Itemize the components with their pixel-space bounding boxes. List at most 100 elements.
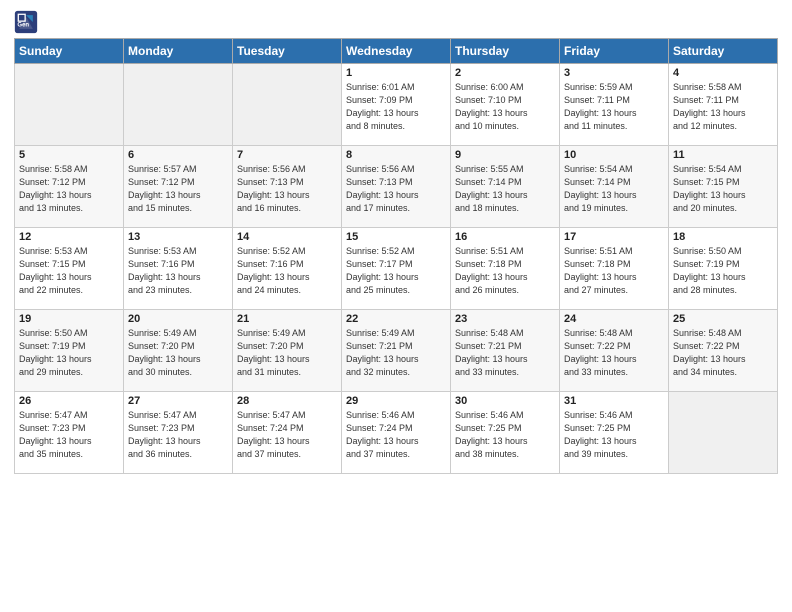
calendar-cell: 1Sunrise: 6:01 AM Sunset: 7:09 PM Daylig… [342, 64, 451, 146]
calendar-cell: 8Sunrise: 5:56 AM Sunset: 7:13 PM Daylig… [342, 146, 451, 228]
calendar-cell: 21 Sunrise: 5:49 AM Sunset: 7:20 PM Dayli… [233, 310, 342, 392]
calendar-cell: 28 Sunrise: 5:47 AM Sunset: 7:24 PM Dayli… [233, 392, 342, 474]
day-number: 10 [564, 149, 664, 161]
day-number: 4 [673, 67, 773, 79]
calendar-cell [669, 392, 778, 474]
calendar-cell: 23 Sunrise: 5:48 AM Sunset: 7:21 PM Dayli… [451, 310, 560, 392]
calendar-cell: 19 Sunrise: 5:50 AM Sunset: 7:19 PM Dayli… [15, 310, 124, 392]
weekday-header-sunday: Sunday [15, 39, 124, 64]
weekday-header-monday: Monday [124, 39, 233, 64]
day-number: 26 [19, 395, 119, 407]
calendar-cell: 27 Sunrise: 5:47 AM Sunset: 7:23 PM Dayli… [124, 392, 233, 474]
day-number: 25 [673, 313, 773, 325]
calendar-cell [124, 64, 233, 146]
calendar-cell [15, 64, 124, 146]
day-number: 18 [673, 231, 773, 243]
day-detail: Sunrise: 5:56 AM Sunset: 7:13 PM Dayligh… [346, 163, 446, 215]
calendar-cell: 17 Sunrise: 5:51 AM Sunset: 7:18 PM Dayli… [560, 228, 669, 310]
day-number: 14 [237, 231, 337, 243]
calendar-cell: 31 Sunrise: 5:46 AM Sunset: 7:25 PM Dayli… [560, 392, 669, 474]
calendar-week-5: 26 Sunrise: 5:47 AM Sunset: 7:23 PM Dayli… [15, 392, 778, 474]
weekday-header-tuesday: Tuesday [233, 39, 342, 64]
day-detail: Sunrise: 5:51 AM Sunset: 7:18 PM Dayligh… [455, 245, 555, 297]
calendar-cell: 16 Sunrise: 5:51 AM Sunset: 7:18 PM Dayli… [451, 228, 560, 310]
day-detail: Sunrise: 5:58 AM Sunset: 7:11 PM Dayligh… [673, 81, 773, 133]
day-detail: Sunrise: 5:46 AM Sunset: 7:24 PM Dayligh… [346, 409, 446, 461]
day-detail: Sunrise: 5:54 AM Sunset: 7:14 PM Dayligh… [564, 163, 664, 215]
day-detail: Sunrise: 5:47 AM Sunset: 7:23 PM Dayligh… [19, 409, 119, 461]
day-detail: Sunrise: 5:57 AM Sunset: 7:12 PM Dayligh… [128, 163, 228, 215]
calendar-week-1: 1Sunrise: 6:01 AM Sunset: 7:09 PM Daylig… [15, 64, 778, 146]
header: Gen [14, 10, 778, 34]
day-number: 31 [564, 395, 664, 407]
weekday-header-friday: Friday [560, 39, 669, 64]
logo: Gen [14, 10, 42, 34]
day-number: 21 [237, 313, 337, 325]
calendar-cell: 15 Sunrise: 5:52 AM Sunset: 7:17 PM Dayli… [342, 228, 451, 310]
calendar-cell: 12 Sunrise: 5:53 AM Sunset: 7:15 PM Dayli… [15, 228, 124, 310]
calendar-cell: 11 Sunrise: 5:54 AM Sunset: 7:15 PM Dayli… [669, 146, 778, 228]
day-number: 1 [346, 67, 446, 79]
weekday-header-saturday: Saturday [669, 39, 778, 64]
calendar-cell: 3Sunrise: 5:59 AM Sunset: 7:11 PM Daylig… [560, 64, 669, 146]
day-detail: Sunrise: 5:55 AM Sunset: 7:14 PM Dayligh… [455, 163, 555, 215]
day-detail: Sunrise: 5:53 AM Sunset: 7:16 PM Dayligh… [128, 245, 228, 297]
calendar-cell: 7 Sunrise: 5:56 AM Sunset: 7:13 PM Daylig… [233, 146, 342, 228]
calendar-cell: 14 Sunrise: 5:52 AM Sunset: 7:16 PM Dayli… [233, 228, 342, 310]
day-detail: Sunrise: 5:49 AM Sunset: 7:20 PM Dayligh… [237, 327, 337, 379]
day-detail: Sunrise: 5:50 AM Sunset: 7:19 PM Dayligh… [19, 327, 119, 379]
day-number: 19 [19, 313, 119, 325]
day-detail: Sunrise: 5:46 AM Sunset: 7:25 PM Dayligh… [564, 409, 664, 461]
day-detail: Sunrise: 5:52 AM Sunset: 7:17 PM Dayligh… [346, 245, 446, 297]
day-detail: Sunrise: 5:48 AM Sunset: 7:22 PM Dayligh… [673, 327, 773, 379]
weekday-header-thursday: Thursday [451, 39, 560, 64]
day-number: 7 [237, 149, 337, 161]
day-detail: Sunrise: 5:58 AM Sunset: 7:12 PM Dayligh… [19, 163, 119, 215]
day-number: 20 [128, 313, 228, 325]
calendar-cell: 2Sunrise: 6:00 AM Sunset: 7:10 PM Daylig… [451, 64, 560, 146]
day-number: 16 [455, 231, 555, 243]
day-number: 28 [237, 395, 337, 407]
page-container: Gen SundayMondayTuesdayWednesdayThursday… [0, 0, 792, 484]
day-detail: Sunrise: 5:51 AM Sunset: 7:18 PM Dayligh… [564, 245, 664, 297]
day-detail: Sunrise: 5:48 AM Sunset: 7:21 PM Dayligh… [455, 327, 555, 379]
day-detail: Sunrise: 5:53 AM Sunset: 7:15 PM Dayligh… [19, 245, 119, 297]
calendar-week-4: 19 Sunrise: 5:50 AM Sunset: 7:19 PM Dayli… [15, 310, 778, 392]
day-number: 27 [128, 395, 228, 407]
calendar-cell: 13 Sunrise: 5:53 AM Sunset: 7:16 PM Dayli… [124, 228, 233, 310]
day-detail: Sunrise: 5:47 AM Sunset: 7:23 PM Dayligh… [128, 409, 228, 461]
day-detail: Sunrise: 5:47 AM Sunset: 7:24 PM Dayligh… [237, 409, 337, 461]
day-number: 23 [455, 313, 555, 325]
calendar-cell: 10 Sunrise: 5:54 AM Sunset: 7:14 PM Dayli… [560, 146, 669, 228]
calendar-cell: 20Sunrise: 5:49 AM Sunset: 7:20 PM Dayli… [124, 310, 233, 392]
day-number: 15 [346, 231, 446, 243]
day-number: 22 [346, 313, 446, 325]
day-detail: Sunrise: 5:54 AM Sunset: 7:15 PM Dayligh… [673, 163, 773, 215]
calendar-cell: 30Sunrise: 5:46 AM Sunset: 7:25 PM Dayli… [451, 392, 560, 474]
weekday-header-wednesday: Wednesday [342, 39, 451, 64]
day-detail: Sunrise: 5:49 AM Sunset: 7:21 PM Dayligh… [346, 327, 446, 379]
calendar-week-3: 12 Sunrise: 5:53 AM Sunset: 7:15 PM Dayli… [15, 228, 778, 310]
day-detail: Sunrise: 5:52 AM Sunset: 7:16 PM Dayligh… [237, 245, 337, 297]
day-detail: Sunrise: 5:56 AM Sunset: 7:13 PM Dayligh… [237, 163, 337, 215]
calendar-cell: 22 Sunrise: 5:49 AM Sunset: 7:21 PM Dayli… [342, 310, 451, 392]
day-number: 17 [564, 231, 664, 243]
day-number: 12 [19, 231, 119, 243]
calendar-cell: 26 Sunrise: 5:47 AM Sunset: 7:23 PM Dayli… [15, 392, 124, 474]
svg-text:Gen: Gen [17, 22, 29, 28]
day-detail: Sunrise: 5:46 AM Sunset: 7:25 PM Dayligh… [455, 409, 555, 461]
day-number: 3 [564, 67, 664, 79]
calendar-table: SundayMondayTuesdayWednesdayThursdayFrid… [14, 38, 778, 474]
calendar-week-2: 5 Sunrise: 5:58 AM Sunset: 7:12 PM Daylig… [15, 146, 778, 228]
day-number: 13 [128, 231, 228, 243]
calendar-cell: 18Sunrise: 5:50 AM Sunset: 7:19 PM Dayli… [669, 228, 778, 310]
calendar-header: SundayMondayTuesdayWednesdayThursdayFrid… [15, 39, 778, 64]
calendar-cell: 25 Sunrise: 5:48 AM Sunset: 7:22 PM Dayli… [669, 310, 778, 392]
day-number: 11 [673, 149, 773, 161]
calendar-cell: 5 Sunrise: 5:58 AM Sunset: 7:12 PM Daylig… [15, 146, 124, 228]
day-number: 9 [455, 149, 555, 161]
day-number: 5 [19, 149, 119, 161]
calendar-cell: 9 Sunrise: 5:55 AM Sunset: 7:14 PM Daylig… [451, 146, 560, 228]
calendar-cell: 6Sunrise: 5:57 AM Sunset: 7:12 PM Daylig… [124, 146, 233, 228]
logo-icon: Gen [14, 10, 38, 34]
